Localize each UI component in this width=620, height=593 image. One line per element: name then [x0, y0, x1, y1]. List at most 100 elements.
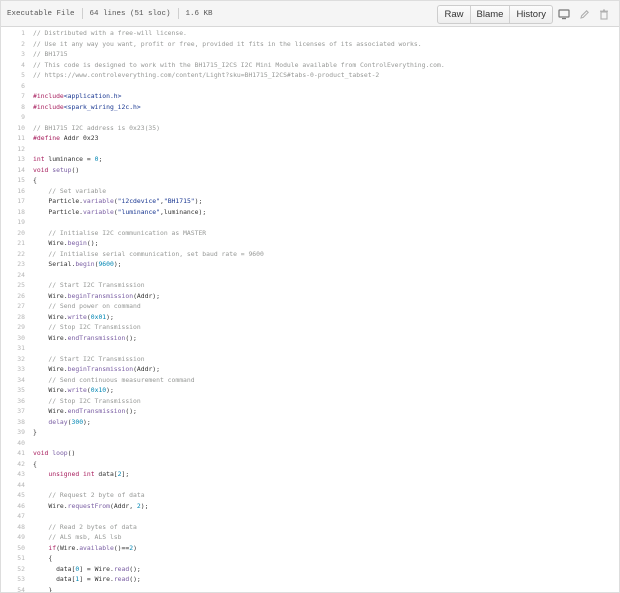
code-token: // BH1715 [33, 50, 68, 59]
line-number[interactable]: 50 [1, 544, 30, 552]
code-text: // Initialise I2C communication as MASTE… [30, 229, 206, 237]
line-number[interactable]: 8 [1, 103, 30, 111]
line-number[interactable]: 27 [1, 302, 30, 310]
pencil-icon[interactable] [575, 6, 593, 23]
code-token: data[ [94, 470, 118, 479]
code-token: (); [129, 575, 141, 584]
line-number[interactable]: 4 [1, 61, 30, 69]
code-text: } [30, 428, 37, 436]
code-token: 0x01 [90, 312, 107, 321]
line-number[interactable]: 17 [1, 197, 30, 205]
line-number[interactable]: 43 [1, 470, 30, 478]
code-line: 42{ [1, 459, 619, 470]
code-token: write [67, 312, 87, 321]
code-text: // Send continuous measurement command [30, 376, 194, 384]
line-number[interactable]: 34 [1, 376, 30, 384]
line-number[interactable]: 18 [1, 208, 30, 216]
line-number[interactable]: 21 [1, 239, 30, 247]
line-number[interactable]: 53 [1, 575, 30, 583]
line-number[interactable]: 7 [1, 92, 30, 100]
code-view: 1// Distributed with a free-will license… [1, 28, 619, 592]
line-number[interactable]: 32 [1, 355, 30, 363]
code-token: ); [83, 417, 91, 426]
code-token: #define [33, 134, 60, 143]
code-line: 12 [1, 144, 619, 155]
code-token: unsigned int [48, 470, 95, 479]
code-token: // Stop I2C Transmission [33, 396, 141, 405]
line-number[interactable]: 26 [1, 292, 30, 300]
code-token: #include [33, 102, 64, 111]
line-number[interactable]: 24 [1, 271, 30, 279]
line-number[interactable]: 38 [1, 418, 30, 426]
code-line: 38 delay(300); [1, 417, 619, 428]
history-button[interactable]: History [510, 6, 552, 23]
code-token: // Send power on command [33, 302, 141, 311]
line-number[interactable]: 2 [1, 40, 30, 48]
line-number[interactable]: 20 [1, 229, 30, 237]
code-token: ); [106, 312, 114, 321]
code-line: 11 #define Addr 0x23 [1, 133, 619, 144]
line-number[interactable]: 9 [1, 113, 30, 121]
line-number[interactable]: 6 [1, 82, 30, 90]
line-number[interactable]: 37 [1, 407, 30, 415]
code-text: Wire.begin(); [30, 239, 98, 247]
code-text: // Stop I2C Transmission [30, 396, 141, 405]
line-number[interactable]: 51 [1, 554, 30, 562]
code-token: (Wire. [56, 543, 80, 552]
line-number[interactable]: 49 [1, 533, 30, 541]
line-number[interactable]: 35 [1, 386, 30, 394]
desktop-icon[interactable] [555, 6, 573, 23]
line-number[interactable]: 39 [1, 428, 30, 436]
code-line: 15{ [1, 175, 619, 186]
line-number[interactable]: 36 [1, 397, 30, 405]
line-number[interactable]: 3 [1, 50, 30, 58]
code-line: 25 // Start I2C Transmission [1, 280, 619, 291]
code-token: Wire. [33, 407, 68, 416]
line-number[interactable]: 23 [1, 260, 30, 268]
line-number[interactable]: 54 [1, 586, 30, 592]
line-number[interactable]: 48 [1, 523, 30, 531]
code-token: () [67, 449, 76, 458]
code-token: ,luminance); [160, 207, 207, 216]
line-number[interactable]: 14 [1, 166, 30, 174]
file-view: Executable File 64 lines (51 sloc) 1.6 K… [0, 0, 620, 593]
code-line: 32 // Start I2C Transmission [1, 354, 619, 365]
line-number[interactable]: 47 [1, 512, 30, 520]
trash-icon[interactable] [595, 6, 613, 23]
line-number[interactable]: 16 [1, 187, 30, 195]
line-number[interactable]: 10 [1, 124, 30, 132]
line-number[interactable]: 45 [1, 491, 30, 499]
line-number[interactable]: 12 [1, 145, 30, 153]
line-number[interactable]: 42 [1, 460, 30, 468]
line-number[interactable]: 15 [1, 176, 30, 184]
code-token: data[ [33, 575, 76, 584]
line-number[interactable]: 29 [1, 323, 30, 331]
code-token: // Start I2C Transmission [33, 281, 145, 290]
line-number[interactable]: 19 [1, 218, 30, 226]
line-number[interactable]: 44 [1, 481, 30, 489]
line-number[interactable]: 33 [1, 365, 30, 373]
line-number[interactable]: 22 [1, 250, 30, 258]
line-number[interactable]: 40 [1, 439, 30, 447]
blame-button[interactable]: Blame [471, 6, 511, 23]
code-line: 13 int luminance = 0; [1, 154, 619, 165]
line-number[interactable]: 11 [1, 134, 30, 142]
line-number[interactable]: 30 [1, 334, 30, 342]
code-token: data[ [33, 564, 76, 573]
code-line: 4// This code is designed to work with t… [1, 60, 619, 71]
line-number[interactable]: 46 [1, 502, 30, 510]
line-number[interactable]: 1 [1, 29, 30, 37]
line-number[interactable]: 25 [1, 281, 30, 289]
line-number[interactable]: 41 [1, 449, 30, 457]
line-number[interactable]: 5 [1, 71, 30, 79]
code-line: 50 if(Wire.available()==2) [1, 543, 619, 554]
line-number[interactable]: 52 [1, 565, 30, 573]
code-text: Wire.beginTransmission(Addr); [30, 365, 160, 373]
code-token: Wire. [33, 333, 68, 342]
line-number[interactable]: 13 [1, 155, 30, 163]
raw-button[interactable]: Raw [438, 6, 471, 23]
line-number[interactable]: 28 [1, 313, 30, 321]
code-text: data[1] = Wire.read(); [30, 575, 141, 583]
line-number[interactable]: 31 [1, 344, 30, 352]
